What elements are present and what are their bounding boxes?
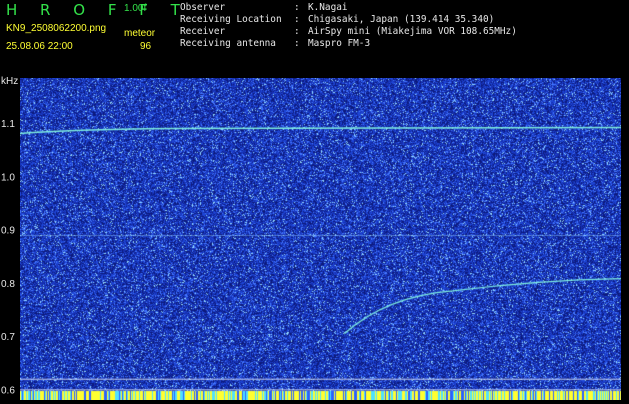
y-tick-label: 0.8 [1, 279, 15, 290]
y-tick-label: 0.7 [1, 332, 15, 343]
y-tick-label: 1.1 [1, 119, 15, 130]
y-tick-label: 0.6 [1, 385, 15, 396]
spectrogram-canvas [20, 78, 621, 400]
spectrogram-plot [20, 78, 621, 400]
y-tick-label: 0.9 [1, 226, 15, 237]
y-axis-unit-label: kHz [1, 76, 18, 87]
y-tick-label: 1.0 [1, 173, 15, 184]
